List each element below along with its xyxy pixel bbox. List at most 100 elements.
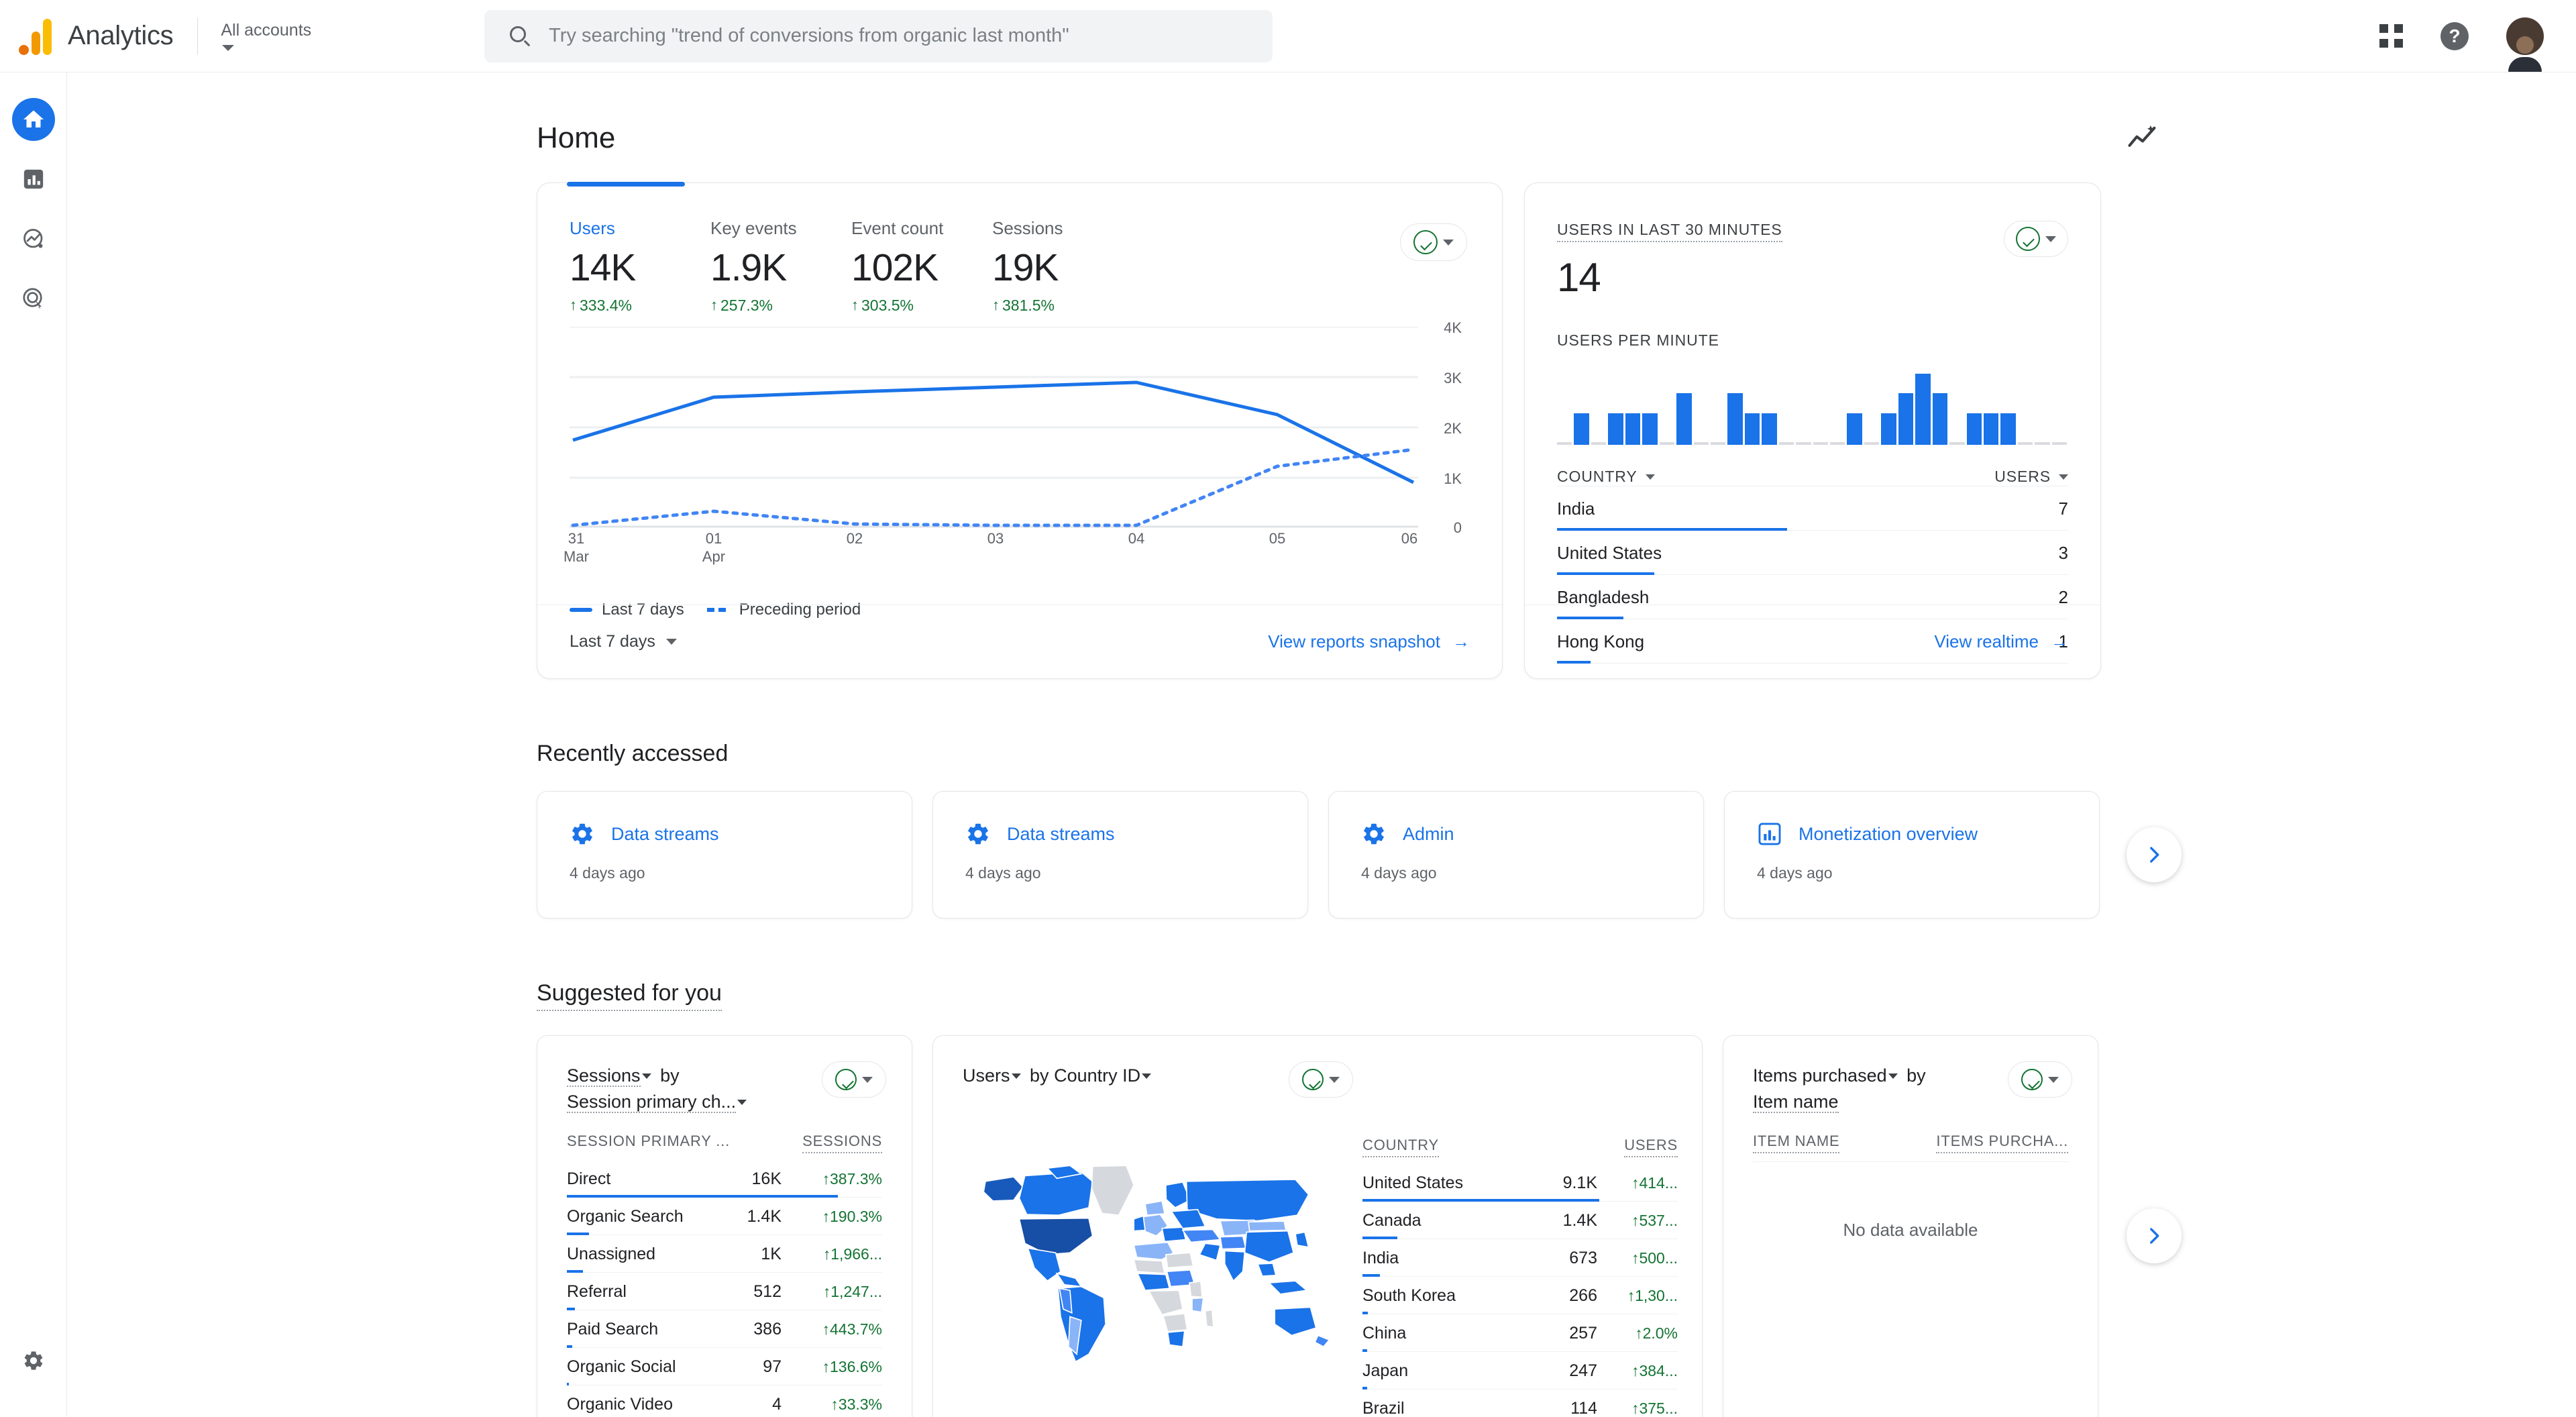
suggested-next-button[interactable] bbox=[2127, 1208, 2182, 1263]
users-per-minute-bar bbox=[1983, 413, 1999, 445]
sessions-table: Direct 16K ↑387.3% Organic Search 1.4K ↑190.… bbox=[567, 1160, 912, 1417]
account-selector[interactable]: All accounts bbox=[221, 21, 311, 52]
recently-accessed-title: Recently accessed bbox=[537, 741, 729, 766]
view-realtime-link[interactable]: View realtime → bbox=[1934, 631, 2068, 652]
cell-dimension: Organic Search bbox=[567, 1207, 684, 1226]
metric-value: 1.9K bbox=[710, 246, 787, 289]
column-header-value: USERS bbox=[1624, 1137, 1678, 1157]
column-header-value: ITEMS PURCHA... bbox=[1936, 1133, 2068, 1154]
x-axis-labels: 31 Mar 01 Apr 02 03 04 05 06 bbox=[564, 529, 1418, 566]
sidebar-item-reports[interactable] bbox=[12, 158, 55, 201]
recently-accessed-next-button[interactable] bbox=[2127, 827, 2182, 882]
help-icon[interactable]: ? bbox=[2440, 21, 2469, 50]
insights-sparkline-icon[interactable] bbox=[2125, 121, 2160, 156]
cell-dimension: South Korea bbox=[1362, 1286, 1456, 1305]
column-header-country[interactable]: COUNTRY bbox=[1557, 468, 1638, 486]
table-row[interactable]: China 257 ↑2.0% bbox=[1362, 1314, 1678, 1352]
recent-card-admin[interactable]: Admin 4 days ago bbox=[1328, 791, 1704, 919]
data-quality-menu[interactable] bbox=[1289, 1061, 1353, 1098]
table-row[interactable]: Unassigned 1K ↑1,966... bbox=[567, 1235, 882, 1273]
table-row[interactable]: United States 3 bbox=[1557, 531, 2068, 575]
cell-dimension: United States bbox=[1362, 1173, 1464, 1192]
chevron-down-icon bbox=[1888, 1073, 1898, 1079]
card-title[interactable]: Sessions by Session primary ch... bbox=[567, 1063, 835, 1115]
metric-value: 19K bbox=[992, 246, 1059, 289]
metric-label: Users bbox=[570, 218, 615, 238]
chevron-down-icon bbox=[2048, 1076, 2059, 1083]
card-title[interactable]: Users by Country ID bbox=[963, 1063, 1231, 1089]
metric-sessions[interactable]: Sessions 19K ↑ 381.5% bbox=[992, 218, 1133, 315]
users-per-minute-bar bbox=[1847, 413, 1862, 445]
cell-delta: ↑500... bbox=[1631, 1249, 1678, 1267]
world-choropleth-map[interactable] bbox=[957, 1137, 1333, 1392]
world-map-svg bbox=[983, 1165, 1330, 1363]
table-row[interactable]: Direct 16K ↑387.3% bbox=[567, 1160, 882, 1198]
recent-card-data-streams-2[interactable]: Data streams 4 days ago bbox=[932, 791, 1308, 919]
gear-icon bbox=[24, 1351, 42, 1370]
data-quality-menu[interactable] bbox=[1400, 223, 1467, 261]
apps-grid-icon[interactable] bbox=[2379, 24, 2403, 48]
users-per-minute-bar bbox=[1932, 393, 1948, 445]
table-row[interactable]: Brazil 114 ↑375... bbox=[1362, 1389, 1678, 1417]
avatar[interactable] bbox=[2506, 17, 2544, 72]
cell-delta: ↑387.3% bbox=[822, 1170, 882, 1188]
column-header-dimension: ITEM NAME bbox=[1753, 1133, 1840, 1154]
cell-delta: ↑136.6% bbox=[822, 1358, 882, 1376]
date-range-selector[interactable]: Last 7 days bbox=[570, 632, 677, 651]
users-per-minute-bar bbox=[1830, 442, 1845, 445]
column-header-users[interactable]: USERS bbox=[1994, 468, 2051, 486]
table-row[interactable]: South Korea 266 ↑1,30... bbox=[1362, 1277, 1678, 1314]
table-row[interactable]: Paid Search 386 ↑443.7% bbox=[567, 1310, 882, 1349]
cell-delta: ↑33.3% bbox=[830, 1396, 882, 1414]
data-quality-menu[interactable] bbox=[2004, 221, 2068, 257]
realtime-table-header: COUNTRY USERS bbox=[1557, 468, 2068, 486]
users-per-minute-bar bbox=[1881, 413, 1896, 445]
table-row[interactable]: India 7 bbox=[1557, 486, 2068, 531]
table-row[interactable]: United States 9.1K ↑414... bbox=[1362, 1164, 1678, 1202]
metric-users[interactable]: Users 14K ↑ 333.4% bbox=[570, 218, 710, 315]
analytics-logo-icon bbox=[19, 17, 52, 55]
metric-key-events[interactable]: Key events 1.9K ↑ 257.3% bbox=[710, 218, 851, 315]
table-header: COUNTRY USERS bbox=[1362, 1137, 1678, 1157]
data-ok-check-icon bbox=[2016, 227, 2040, 251]
recent-card-monetization-overview[interactable]: Monetization overview 4 days ago bbox=[1724, 791, 2100, 919]
bar-chart-icon bbox=[23, 169, 43, 189]
chevron-down-icon bbox=[2045, 235, 2056, 242]
users-per-minute-bar bbox=[1591, 442, 1607, 445]
users-per-minute-bar bbox=[1949, 442, 1965, 445]
metric-value: 102K bbox=[851, 246, 938, 289]
recent-card-data-streams-1[interactable]: Data streams 4 days ago bbox=[537, 791, 912, 919]
data-quality-menu[interactable] bbox=[2008, 1061, 2072, 1098]
recent-card-timestamp: 4 days ago bbox=[1757, 864, 1833, 882]
table-row[interactable]: Organic Search 1.4K ↑190.3% bbox=[567, 1198, 882, 1236]
sidebar-item-explore[interactable] bbox=[12, 217, 55, 260]
cell-users: 7 bbox=[2058, 498, 2068, 519]
table-row[interactable]: Organic Video 4 ↑33.3% bbox=[567, 1385, 882, 1417]
users-per-minute-bar bbox=[1710, 442, 1726, 445]
suggested-card-items-purchased: Items purchased by Item name ITEM NAME I… bbox=[1723, 1035, 2098, 1417]
search-input[interactable] bbox=[549, 25, 1249, 47]
table-row[interactable]: Japan 247 ↑384... bbox=[1362, 1352, 1678, 1389]
table-row[interactable]: India 673 ↑500... bbox=[1362, 1239, 1678, 1277]
table-row[interactable]: Canada 1.4K ↑537... bbox=[1362, 1202, 1678, 1239]
users-per-minute-bar bbox=[2017, 442, 2033, 445]
metric-event-count[interactable]: Event count 102K ↑ 303.5% bbox=[851, 218, 992, 315]
sidebar-item-admin[interactable] bbox=[12, 1339, 55, 1382]
data-ok-check-icon bbox=[1302, 1069, 1324, 1090]
link-label: View reports snapshot bbox=[1268, 631, 1440, 651]
table-header: ITEM NAME ITEMS PURCHA... bbox=[1753, 1133, 2098, 1154]
sidebar-item-home[interactable] bbox=[11, 98, 55, 141]
table-row[interactable]: Organic Social 97 ↑136.6% bbox=[567, 1348, 882, 1386]
metric-selector-label: Sessions bbox=[567, 1065, 641, 1087]
page-title: Home bbox=[537, 121, 616, 154]
cell-value: 4 bbox=[772, 1395, 782, 1414]
view-reports-snapshot-link[interactable]: View reports snapshot → bbox=[1268, 631, 1470, 652]
sidebar-item-advertising[interactable] bbox=[12, 277, 55, 320]
card-title[interactable]: Items purchased by Item name bbox=[1753, 1063, 2021, 1115]
metric-label: Key events bbox=[710, 218, 797, 238]
by-word: by bbox=[1907, 1065, 1926, 1086]
table-row[interactable]: Referral 512 ↑1,247... bbox=[567, 1273, 882, 1311]
users-per-minute-bar bbox=[1778, 442, 1794, 445]
search-bar[interactable] bbox=[484, 9, 1273, 62]
data-quality-menu[interactable] bbox=[822, 1061, 886, 1098]
